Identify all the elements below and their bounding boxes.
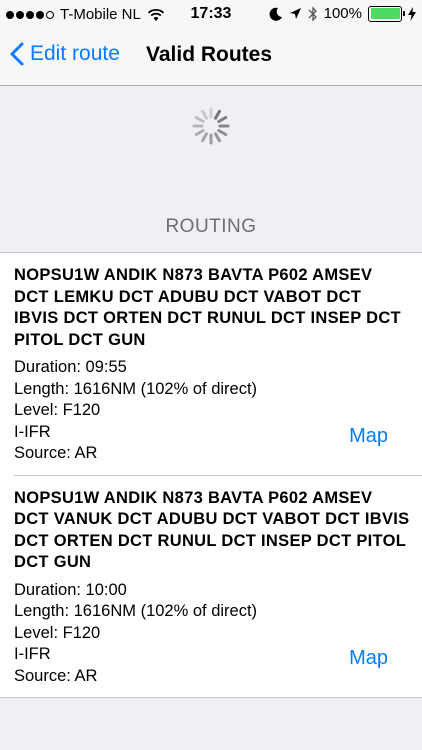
bluetooth-icon	[308, 5, 317, 22]
back-button-label: Edit route	[30, 42, 120, 65]
spinner-spoke	[214, 109, 221, 120]
route-level: Level: F120	[14, 623, 101, 642]
battery-percent: 100%	[323, 5, 362, 22]
moon-icon	[269, 7, 282, 21]
route-details: Duration: 09:55 Length: 1616NM (102% of …	[14, 357, 408, 465]
back-button[interactable]: Edit route	[10, 42, 120, 66]
status-right: 100%	[269, 5, 416, 22]
route-string: NOPSU1W ANDIK N873 BAVTA P602 AMSEV DCT …	[14, 488, 410, 572]
status-bar: T-Mobile NL 17:33 100%	[0, 0, 422, 30]
spinner-spoke	[214, 132, 221, 143]
route-cell[interactable]: NOPSU1W ANDIK N873 BAVTA P602 AMSEV DCT …	[0, 253, 422, 475]
battery-level	[370, 8, 400, 19]
loading-spinner-icon	[192, 107, 230, 145]
navigation-bar: Edit route Valid Routes	[0, 30, 422, 86]
chevron-left-icon	[10, 42, 24, 66]
route-duration: Duration: 09:55	[14, 358, 127, 376]
map-button[interactable]: Map	[349, 425, 388, 448]
page-title: Valid Routes	[146, 43, 273, 66]
spinner-spoke	[194, 129, 205, 136]
spinner-spoke	[201, 132, 208, 143]
map-button[interactable]: Map	[349, 647, 388, 670]
route-length: Length: 1616NM (102% of direct)	[14, 379, 258, 398]
spinner-spoke	[217, 129, 228, 136]
location-arrow-icon	[289, 8, 301, 19]
spinner-spoke	[217, 116, 228, 123]
route-string: NOPSU1W ANDIK N873 BAVTA P602 AMSEV DCT …	[14, 266, 401, 349]
route-details: Duration: 10:00 Length: 1616NM (102% of …	[14, 580, 408, 688]
section-header-routing: ROUTING	[165, 216, 257, 237]
route-duration: Duration: 10:00	[14, 580, 127, 599]
route-cell[interactable]: NOPSU1W ANDIK N873 BAVTA P602 AMSEV DCT …	[14, 474, 422, 698]
routes-list: NOPSU1W ANDIK N873 BAVTA P602 AMSEV DCT …	[0, 252, 422, 698]
route-length: Length: 1616NM (102% of direct)	[14, 602, 258, 620]
spinner-spoke	[201, 109, 208, 120]
charging-icon	[408, 6, 416, 21]
route-level: Level: F120	[14, 401, 101, 419]
spinner-spoke	[194, 116, 205, 123]
battery-icon	[368, 5, 405, 22]
